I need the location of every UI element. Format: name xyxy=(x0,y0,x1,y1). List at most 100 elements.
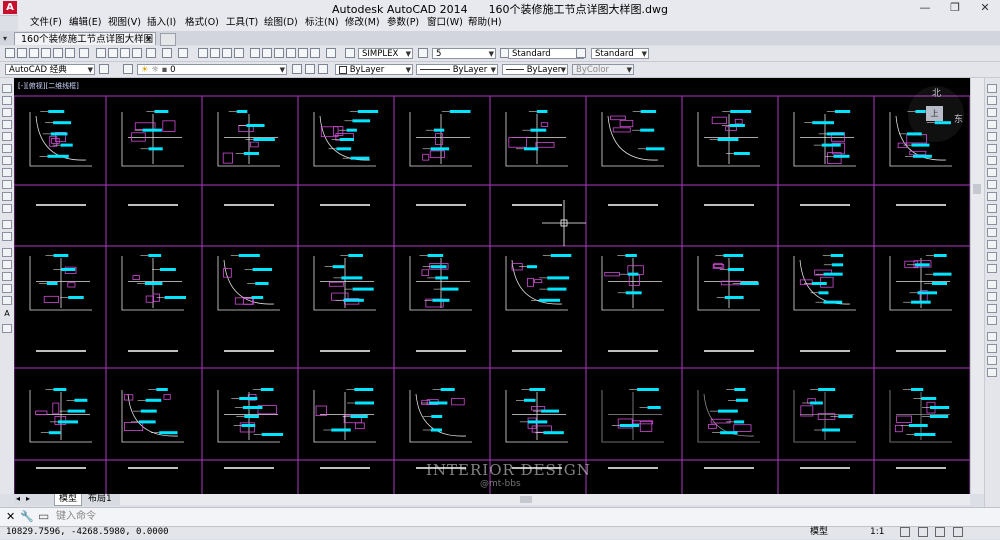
3d-print-icon[interactable] xyxy=(79,48,89,58)
text-style-icon[interactable] xyxy=(345,48,355,58)
block-editor-icon[interactable] xyxy=(146,48,156,58)
zoom-realtime-icon[interactable] xyxy=(210,48,220,58)
arc-icon[interactable] xyxy=(2,144,12,153)
gradient-icon[interactable] xyxy=(2,272,12,281)
hatch-icon[interactable] xyxy=(2,260,12,269)
pan-icon[interactable] xyxy=(198,48,208,58)
menu-view[interactable]: 视图(V) xyxy=(108,15,141,31)
erase-icon[interactable] xyxy=(987,84,997,93)
help-icon[interactable] xyxy=(326,48,336,58)
dim-style-select[interactable]: Standard▼ xyxy=(508,48,584,59)
snap-icon[interactable] xyxy=(987,332,997,341)
fillet-icon[interactable] xyxy=(987,252,997,261)
point-icon[interactable] xyxy=(2,248,12,257)
ortho-icon[interactable] xyxy=(987,344,997,353)
menu-parametric[interactable]: 参数(P) xyxy=(387,15,419,31)
layer-manager-icon[interactable] xyxy=(123,64,133,74)
maximize-button[interactable]: ❐ xyxy=(940,0,970,15)
chamfer-icon[interactable] xyxy=(987,240,997,249)
add-selected-icon[interactable] xyxy=(2,324,12,333)
horizontal-scrollbar[interactable] xyxy=(120,494,970,505)
make-block-icon[interactable] xyxy=(2,232,12,241)
dim-style-icon[interactable] xyxy=(418,48,428,58)
make-current-layer-icon[interactable] xyxy=(292,64,302,74)
annotation-scale[interactable]: 1:1 xyxy=(870,526,884,538)
plot-icon[interactable] xyxy=(41,48,51,58)
insert-block-icon[interactable] xyxy=(2,220,12,229)
preview-icon[interactable] xyxy=(53,48,63,58)
tool-palettes-icon[interactable] xyxy=(274,48,284,58)
viewcube-top-face[interactable]: 上 xyxy=(926,106,943,121)
spline-icon[interactable] xyxy=(2,180,12,189)
trim-icon[interactable] xyxy=(987,192,997,201)
compass-east[interactable]: 东 xyxy=(954,112,963,125)
scale-icon[interactable] xyxy=(987,168,997,177)
document-tab[interactable]: 160个装修施工节点详图大样图* ✕ xyxy=(14,32,156,58)
customize-wrench-icon[interactable]: 🔧 xyxy=(20,510,34,523)
close-command-icon[interactable]: ✕ xyxy=(6,510,15,523)
minimize-button[interactable]: — xyxy=(910,0,940,15)
extend-icon[interactable] xyxy=(987,204,997,213)
break-icon[interactable] xyxy=(987,216,997,225)
paste-icon[interactable] xyxy=(120,48,130,58)
text-style-select[interactable]: SIMPLEX ▼ xyxy=(358,48,413,59)
menu-help[interactable]: 帮助(H) xyxy=(468,15,502,31)
vertical-scrollbar[interactable] xyxy=(970,78,984,494)
drawing-canvas[interactable]: [-][俯视][二维线框] 北 东 上 INTERIOR DESIGN @mt-… xyxy=(14,78,970,494)
osnap-icon[interactable] xyxy=(987,368,997,377)
close-button[interactable]: ✕ xyxy=(970,0,1000,15)
redo-icon[interactable] xyxy=(178,48,188,58)
ellipse-icon[interactable] xyxy=(2,192,12,201)
dimension-angular-icon[interactable] xyxy=(987,316,997,325)
tab-layout1[interactable]: 布局1 xyxy=(84,494,116,505)
vertical-scroll-thumb[interactable] xyxy=(973,184,981,194)
dimension-aligned-icon[interactable] xyxy=(987,292,997,301)
menu-tools[interactable]: 工具(T) xyxy=(226,15,258,31)
undo-icon[interactable] xyxy=(162,48,172,58)
workspace-settings-icon[interactable] xyxy=(99,64,109,74)
polar-icon[interactable] xyxy=(987,356,997,365)
match-properties-icon[interactable] xyxy=(132,48,142,58)
table-icon[interactable] xyxy=(2,296,12,305)
design-center-icon[interactable] xyxy=(262,48,272,58)
offset-icon[interactable] xyxy=(987,120,997,129)
publish-icon[interactable] xyxy=(65,48,75,58)
viewport-controls[interactable]: [-][俯视][二维线框] xyxy=(18,81,79,91)
tab-first-icon[interactable]: ◂ xyxy=(16,494,20,503)
save-icon[interactable] xyxy=(29,48,39,58)
workspace-switch-icon[interactable] xyxy=(917,527,928,537)
annotation-visibility-icon[interactable] xyxy=(900,527,910,537)
multiline-text-icon[interactable]: A xyxy=(2,310,12,319)
menu-dimension[interactable]: 标注(N) xyxy=(305,15,339,31)
open-icon[interactable] xyxy=(17,48,27,58)
tab-last-icon[interactable]: ▸ xyxy=(26,494,30,503)
workspace-select[interactable]: AutoCAD 经典 ▼ xyxy=(5,64,95,75)
markup-icon[interactable] xyxy=(298,48,308,58)
new-tab-button[interactable] xyxy=(160,33,176,46)
region-icon[interactable] xyxy=(2,284,12,293)
linetype-select[interactable]: ByLayer ▼ xyxy=(416,64,498,75)
dimension-linear-icon[interactable] xyxy=(987,280,997,289)
compass-north[interactable]: 北 xyxy=(932,86,941,99)
polyline-icon[interactable] xyxy=(2,108,12,117)
menu-edit[interactable]: 编辑(E) xyxy=(69,15,101,31)
command-input[interactable]: 键入命令 xyxy=(56,511,986,523)
properties-icon[interactable] xyxy=(250,48,260,58)
menu-window[interactable]: 窗口(W) xyxy=(427,15,463,31)
revcloud-icon[interactable] xyxy=(2,168,12,177)
zoom-previous-icon[interactable] xyxy=(234,48,244,58)
circle-icon[interactable] xyxy=(2,156,12,165)
multileader-style-icon[interactable] xyxy=(576,48,586,58)
lineweight-select[interactable]: ByLayer ▼ xyxy=(502,64,568,75)
layer-select[interactable]: ☀ ☼ ▪ 0 ▼ xyxy=(137,64,287,75)
array-icon[interactable] xyxy=(987,132,997,141)
sheet-set-icon[interactable] xyxy=(286,48,296,58)
line-icon[interactable] xyxy=(2,84,12,93)
status-tray-icons[interactable] xyxy=(900,527,980,537)
cut-icon[interactable] xyxy=(96,48,106,58)
color-select[interactable]: ByLayer ▼ xyxy=(335,64,413,75)
coordinate-readout[interactable]: 10829.7596, -4268.5980, 0.0000 xyxy=(6,526,169,538)
layer-previous-icon[interactable] xyxy=(305,64,315,74)
table-style-select[interactable]: Standard ▼ xyxy=(591,48,649,59)
move-icon[interactable] xyxy=(987,144,997,153)
